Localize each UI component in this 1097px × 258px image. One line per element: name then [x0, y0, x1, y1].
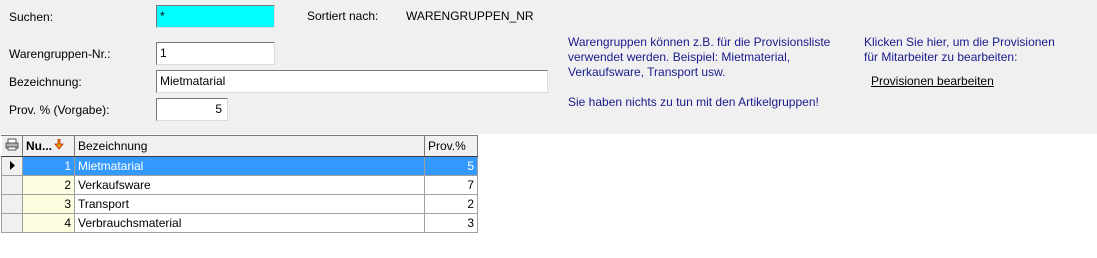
prov-vorgabe-field[interactable]: 5: [156, 98, 228, 121]
prov-vorgabe-label: Prov. % (Vorgabe):: [9, 103, 110, 117]
provision-hint-line-2: für Mitarbeiter zu bearbeiten:: [864, 50, 1018, 64]
table-row[interactable]: 1 Mietmatarial 5: [1, 156, 478, 176]
cell-nr[interactable]: 4: [22, 213, 75, 233]
cell-nr[interactable]: 2: [22, 175, 75, 195]
cell-nr[interactable]: 1: [22, 156, 75, 176]
cell-prov[interactable]: 2: [424, 194, 478, 214]
suchen-label: Suchen:: [9, 10, 54, 24]
provision-hint: Klicken Sie hier, um die Provisionen für…: [864, 35, 1055, 65]
table-row[interactable]: 2 Verkaufsware 7: [1, 175, 478, 195]
printer-icon[interactable]: [1, 135, 23, 157]
cell-prov[interactable]: 3: [424, 213, 478, 233]
row-pointer-icon: [1, 156, 23, 176]
warengruppen-grid: Nu... Bezeichnung Prov.% 1 Mietmatarial …: [1, 135, 478, 233]
warengruppen-nr-label: Warengruppen-Nr.:: [9, 47, 111, 61]
sortiert-label: Sortiert nach:: [307, 9, 379, 23]
warengruppen-nr-field[interactable]: 1: [156, 42, 275, 65]
column-header-prov[interactable]: Prov.%: [424, 135, 478, 157]
sortiert-value: WARENGRUPPEN_NR: [406, 9, 534, 23]
cell-prov[interactable]: 7: [424, 175, 478, 195]
cell-nr[interactable]: 3: [22, 194, 75, 214]
column-header-nr-label: Nu...: [26, 138, 52, 153]
info-line-2: verwendet werden. Beispiel: Mietmaterial…: [568, 50, 791, 64]
grid-header: Nu... Bezeichnung Prov.%: [1, 135, 478, 157]
column-header-bezeichnung[interactable]: Bezeichnung: [74, 135, 425, 157]
search-input[interactable]: *: [156, 5, 275, 28]
info-line-4: Sie haben nichts zu tun mit den Artikelg…: [568, 95, 819, 109]
info-line-3: Verkaufsware, Transport usw.: [568, 65, 726, 79]
form-panel: Suchen: * Sortiert nach: WARENGRUPPEN_NR…: [0, 0, 1097, 134]
bezeichnung-label: Bezeichnung:: [9, 75, 82, 89]
table-row[interactable]: 4 Verbrauchsmaterial 3: [1, 213, 478, 233]
row-indicator: [1, 213, 23, 233]
table-row[interactable]: 3 Transport 2: [1, 194, 478, 214]
cell-bezeichnung[interactable]: Mietmatarial: [74, 156, 425, 176]
provision-hint-line-1: Klicken Sie hier, um die Provisionen: [864, 35, 1055, 49]
provisionen-bearbeiten-link[interactable]: Provisionen bearbeiten: [871, 74, 994, 88]
column-header-nr[interactable]: Nu...: [22, 135, 75, 157]
sort-descending-icon: [54, 139, 64, 153]
row-indicator: [1, 175, 23, 195]
cell-bezeichnung[interactable]: Transport: [74, 194, 425, 214]
row-indicator: [1, 194, 23, 214]
cell-bezeichnung[interactable]: Verkaufsware: [74, 175, 425, 195]
cell-prov[interactable]: 5: [424, 156, 478, 176]
info-text: Warengruppen können z.B. für die Provisi…: [568, 35, 830, 110]
cell-bezeichnung[interactable]: Verbrauchsmaterial: [74, 213, 425, 233]
bezeichnung-field[interactable]: Mietmatarial: [156, 70, 548, 93]
info-line-1: Warengruppen können z.B. für die Provisi…: [568, 35, 831, 49]
